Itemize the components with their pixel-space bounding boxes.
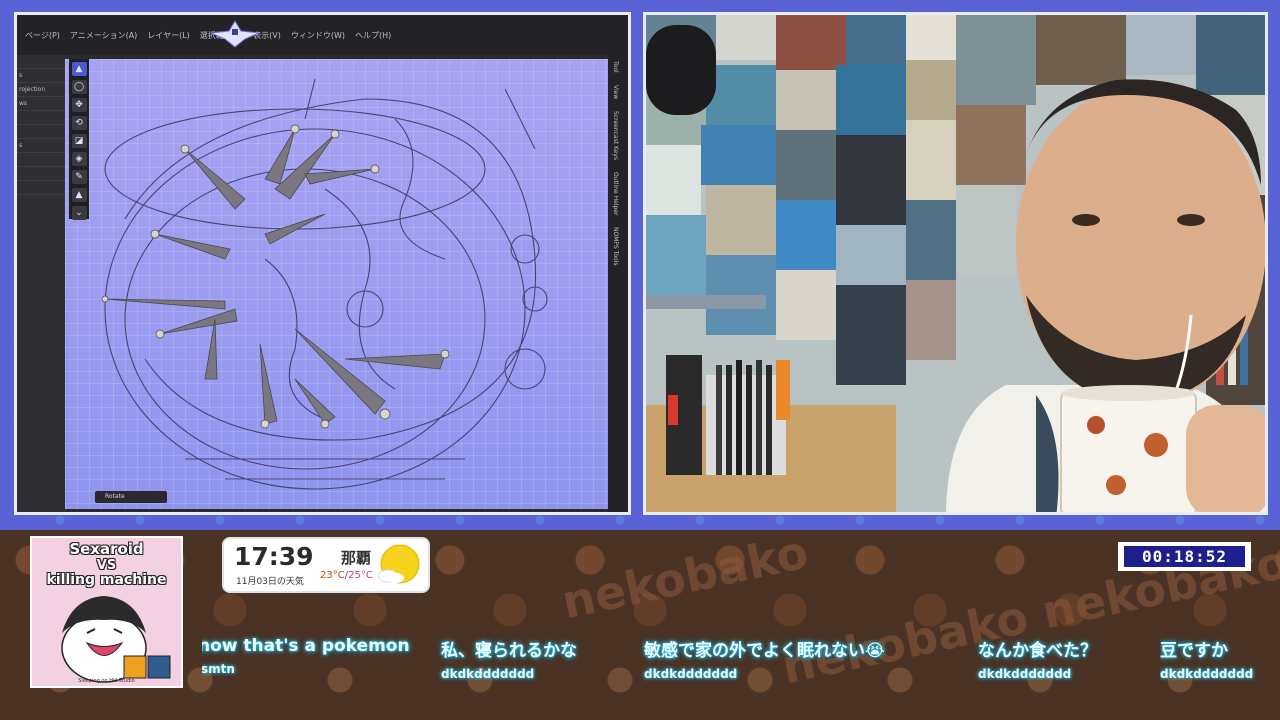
layers-panel: s rojection ws s <box>17 55 67 512</box>
temp-low: 23°C <box>320 570 345 581</box>
pencil-sketch <box>101 78 548 490</box>
game-credit: Sleeping on Hill Studio <box>78 678 135 684</box>
tab-nompss-tools[interactable]: NOMPS Tools <box>608 221 623 272</box>
chat-message-text: 豆ですか <box>1160 641 1228 661</box>
panel-row[interactable] <box>17 55 67 69</box>
app-menubar: ページ(P) アニメーション(A) レイヤー(L) 選択範囲(S) 表示(V) … <box>17 15 628 55</box>
chat-username: dkdkddddddd <box>1160 667 1254 681</box>
chat-username: dkdkddddddd <box>978 667 1072 681</box>
clock-date: 11月03日の天気 <box>236 577 304 587</box>
stream-timer: 00:18:52 <box>1118 542 1251 571</box>
chat-message: 敏感で家の外でよく眠れない😭 dkdkddddddd <box>644 636 885 681</box>
clock-time: 17:39 <box>234 542 314 571</box>
tab-view[interactable]: View <box>608 79 623 105</box>
game-cover-art: Sexaroid VS killing machine Sleeping on … <box>30 536 183 688</box>
scale-tool-icon[interactable]: ◪ <box>71 134 87 148</box>
tool-strip: ▲ ◯ ✥ ⟲ ◪ ◈ ✎ ▲ ⌄ <box>69 59 89 220</box>
chat-message: 私、寝られるかな dkdkddddddd <box>441 636 577 681</box>
chevron-down-icon[interactable]: ⌄ <box>71 206 87 220</box>
menu-window[interactable]: ウィンドウ(W) <box>291 30 345 41</box>
menu-layer[interactable]: レイヤー(L) <box>147 30 189 41</box>
streamer-webcam-image <box>646 15 1265 512</box>
tab-outline-helper[interactable]: Outline Helper <box>608 166 623 221</box>
pixel-ship-logo-icon <box>209 20 261 48</box>
chat-message-text: 私、寝られるかな <box>441 641 577 661</box>
chat-message-text: 敏感で家の外でよく眠れない😭 <box>644 641 885 661</box>
background-watermark: nekobako <box>557 530 813 630</box>
panel-row[interactable]: s <box>17 139 67 153</box>
menu-animation[interactable]: アニメーション(A) <box>70 30 137 41</box>
sunny-cloud-icon <box>377 544 420 584</box>
weather-city: 那覇 <box>341 549 372 567</box>
panel-row[interactable] <box>17 181 67 195</box>
chat-message: now that's a pokemon smtn <box>202 636 432 676</box>
move-tool-icon[interactable]: ✥ <box>71 98 87 112</box>
menu-help[interactable]: ヘルプ(H) <box>355 30 391 41</box>
transform-tool-icon[interactable]: ◈ <box>71 152 87 166</box>
chat-message: 豆ですか dkdkddddddd <box>1160 636 1278 681</box>
chat-message: なんか食べた？ dkdkddddddd <box>978 636 1097 681</box>
chat-message-text: now that's a pokemon <box>202 636 410 656</box>
panel-row[interactable] <box>17 125 67 139</box>
pencil-tool-icon[interactable]: ✎ <box>71 170 87 184</box>
rotate-tool-icon[interactable]: ⟲ <box>71 116 87 130</box>
panel-row[interactable]: ws <box>17 97 67 111</box>
drawing-canvas[interactable] <box>65 59 611 509</box>
chat-message-text: なんか食べた？ <box>978 641 1097 661</box>
select-tool-icon[interactable]: ▲ <box>71 62 87 76</box>
chat-username: dkdkddddddd <box>644 667 738 681</box>
panel-row[interactable] <box>17 111 67 125</box>
weather-temperatures: 23°C/25°C <box>320 570 373 581</box>
panel-row[interactable]: rojection <box>17 83 67 97</box>
chat-username: dkdkddddddd <box>441 667 535 681</box>
lasso-tool-icon[interactable]: ◯ <box>71 80 87 94</box>
clock-weather-widget: 17:39 11月03日の天気 那覇 23°C/25°C <box>224 539 428 591</box>
menu-page[interactable]: ページ(P) <box>25 30 60 41</box>
rotate-status[interactable]: Rotate <box>95 491 167 503</box>
panel-row[interactable] <box>17 167 67 181</box>
sidebar-tabs: Tool View Screencast Keys Outline Helper… <box>608 55 628 512</box>
game-character-illustration <box>61 596 171 683</box>
timer-value: 00:18:52 <box>1124 546 1245 567</box>
panel-row[interactable]: s <box>17 69 67 83</box>
stream-overlay-bar: nekobako nekobako nekobako <box>0 530 1280 720</box>
measure-tool-icon[interactable]: ▲ <box>71 188 87 202</box>
drawing-app-window: ページ(P) アニメーション(A) レイヤー(L) 選択範囲(S) 表示(V) … <box>14 12 631 515</box>
webcam-feed <box>643 12 1268 515</box>
panel-row[interactable] <box>17 153 67 167</box>
temp-high: 25°C <box>348 570 373 581</box>
tab-screencast-keys[interactable]: Screencast Keys <box>608 105 623 166</box>
chat-username: smtn <box>202 662 235 676</box>
tab-tool[interactable]: Tool <box>608 55 623 79</box>
